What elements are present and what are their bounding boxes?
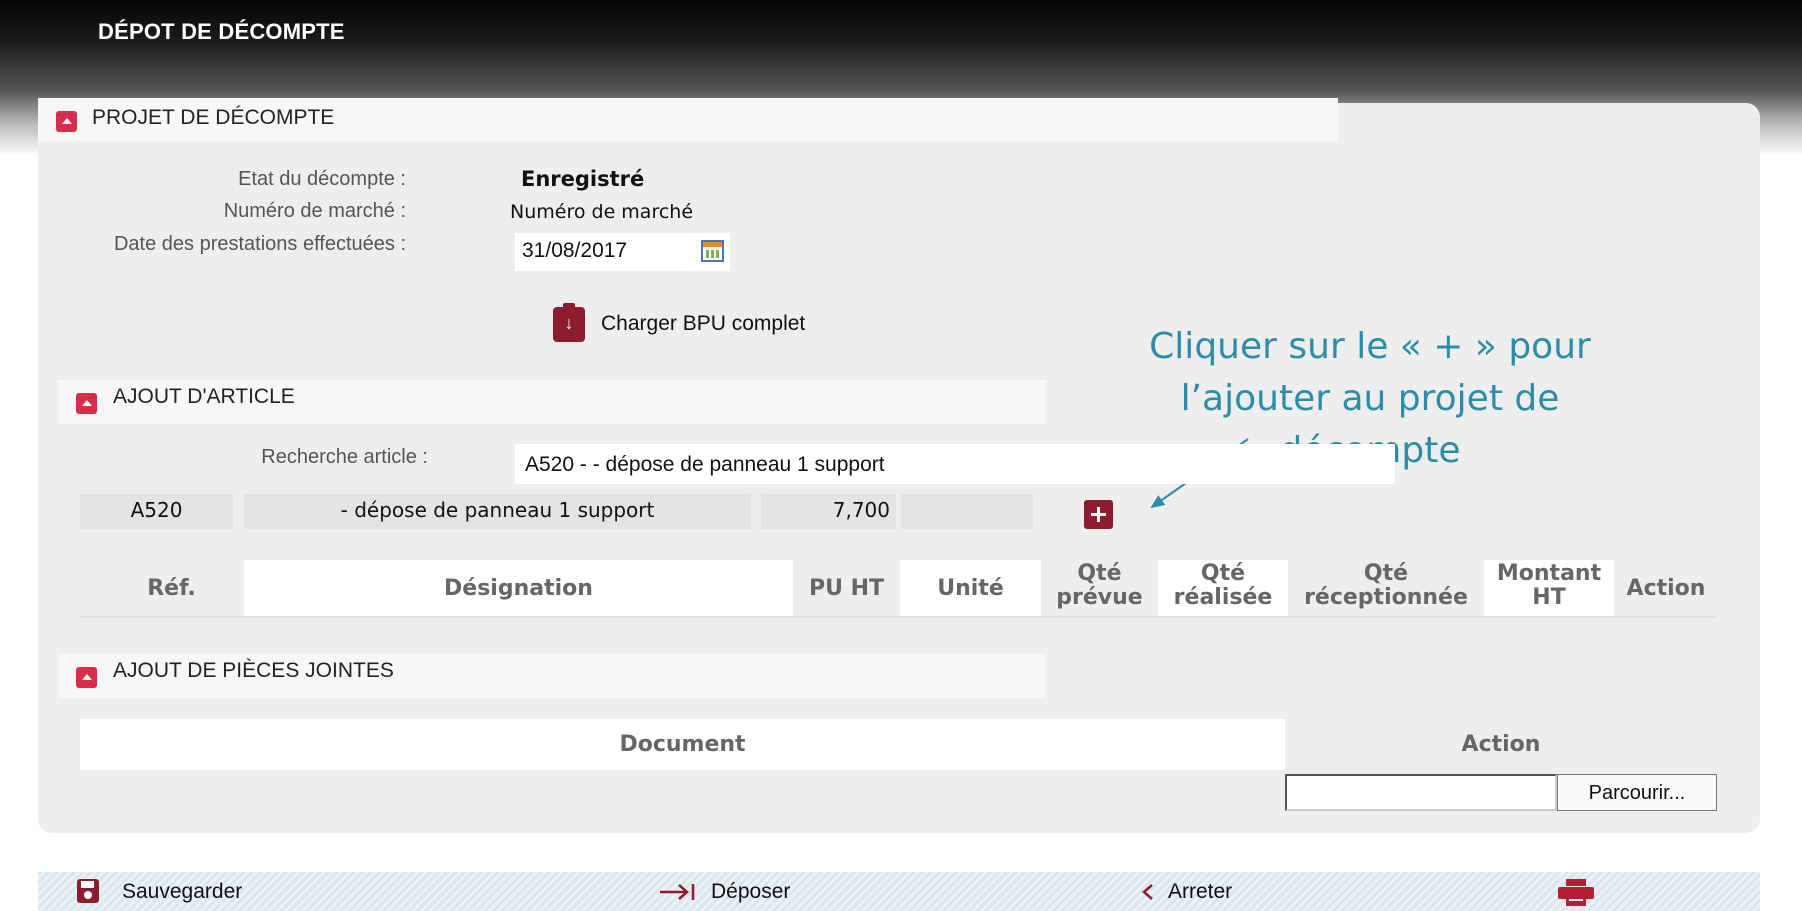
- date-prestations-input[interactable]: 31/08/2017: [515, 233, 730, 271]
- calendar-icon[interactable]: [701, 240, 724, 262]
- print-button[interactable]: [1557, 872, 1597, 911]
- result-pu-ht: 7,700: [761, 494, 896, 529]
- marche-value: Numéro de marché: [510, 201, 694, 223]
- result-unite: [901, 494, 1033, 529]
- collapse-article-icon[interactable]: [76, 393, 97, 414]
- date-label: Date des prestations effectuées :: [113, 233, 406, 255]
- printer-icon: [1558, 879, 1594, 906]
- col-montant-ht: Montant HT: [1484, 560, 1614, 616]
- search-article-input[interactable]: A520 - - dépose de panneau 1 support: [515, 444, 1395, 484]
- browse-button[interactable]: Parcourir...: [1557, 774, 1717, 811]
- add-article-button[interactable]: [1084, 500, 1113, 529]
- col-pj-action: Action: [1461, 732, 1541, 757]
- search-article-label: Recherche article :: [261, 446, 428, 468]
- chevron-left-icon: [1142, 884, 1153, 900]
- footer-action-bar: Sauvegarder Déposer Arreter: [38, 872, 1760, 911]
- marche-label: Numéro de marché :: [223, 200, 406, 222]
- col-ref: Réf.: [147, 576, 196, 601]
- result-ref: A520: [80, 494, 233, 529]
- projet-section-title: PROJET DE DÉCOMPTE: [92, 106, 335, 129]
- col-qte-prevue: Qté prévue: [1056, 561, 1143, 610]
- deposer-label: Déposer: [711, 880, 791, 903]
- pieces-section-title: AJOUT DE PIÈCES JOINTES: [113, 659, 394, 682]
- save-button[interactable]: Sauvegarder: [77, 872, 277, 911]
- col-action: Action: [1626, 576, 1706, 601]
- collapse-pieces-icon[interactable]: [76, 667, 97, 688]
- etat-label: Etat du décompte :: [238, 168, 406, 190]
- col-designation: Désignation: [244, 560, 793, 616]
- submit-arrow-icon: [660, 884, 695, 900]
- arreter-label: Arreter: [1168, 880, 1233, 903]
- col-unite: Unité: [900, 560, 1041, 616]
- deposer-button[interactable]: Déposer: [660, 872, 820, 911]
- arreter-button[interactable]: Arreter: [1142, 872, 1282, 911]
- result-designation: - dépose de panneau 1 support: [244, 494, 751, 529]
- col-qte-realisee: Qté réalisée: [1158, 560, 1288, 616]
- col-qte-receptionnee: Qté réceptionnée: [1304, 561, 1468, 610]
- file-path-input[interactable]: [1285, 774, 1557, 811]
- charger-bpu-label: Charger BPU complet: [601, 312, 806, 335]
- etat-value: Enregistré: [521, 167, 645, 191]
- collapse-projet-icon[interactable]: [56, 111, 77, 132]
- save-icon: [77, 879, 99, 903]
- article-section-title: AJOUT D'ARTICLE: [113, 385, 295, 408]
- save-label: Sauvegarder: [122, 880, 243, 903]
- page-title: DÉPOT DE DÉCOMPTE: [98, 19, 345, 44]
- col-document: Document: [80, 719, 1285, 770]
- col-pu-ht: PU HT: [808, 576, 885, 601]
- table-divider: [80, 616, 1717, 618]
- clipboard-download-icon: ↓: [553, 303, 585, 342]
